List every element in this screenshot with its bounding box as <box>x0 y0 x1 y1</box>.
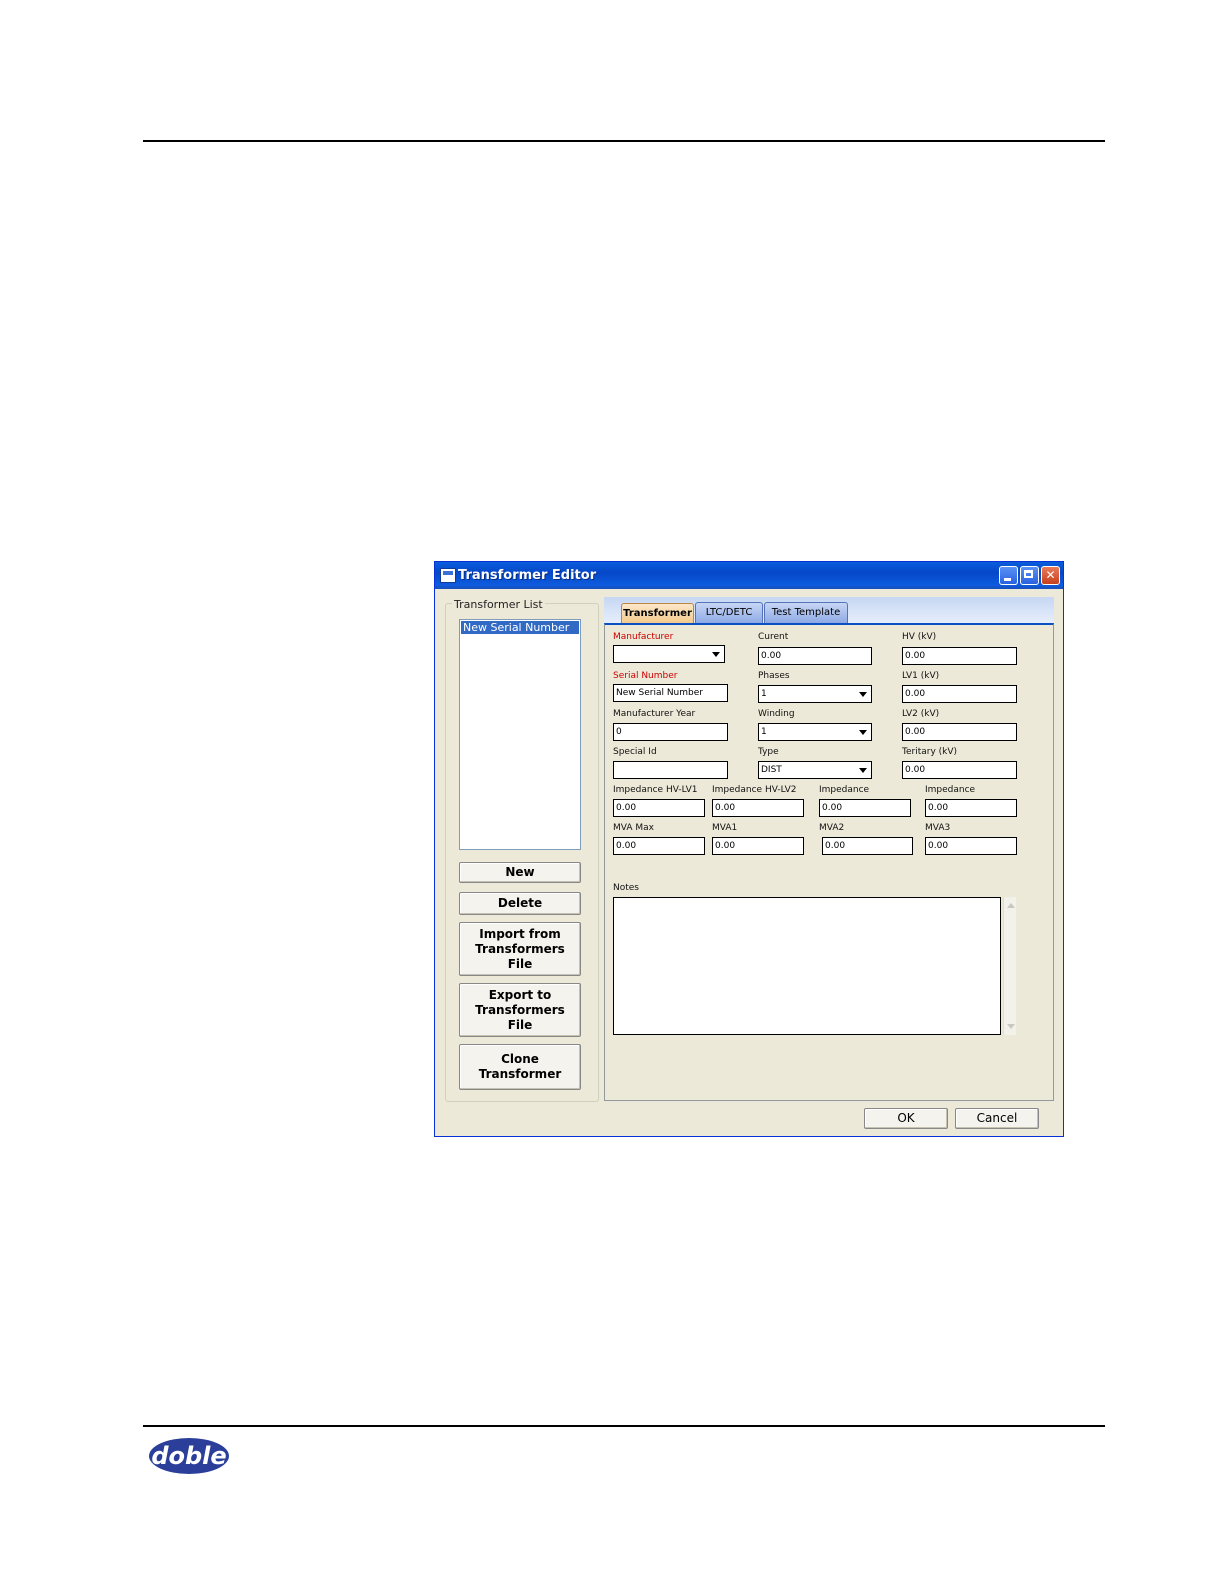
transformer-listbox[interactable]: New Serial Number <box>459 619 581 850</box>
tertiary-label: Teritary (kV) <box>902 747 958 757</box>
hv-field[interactable]: 0.00 <box>902 647 1017 665</box>
tab-ltc-detc[interactable]: LTC/DETC <box>695 602 763 623</box>
notes-textarea[interactable] <box>613 897 1001 1035</box>
winding-label: Winding <box>758 709 795 719</box>
impedance-3-label: Impedance <box>819 785 870 795</box>
mva-max-field[interactable]: 0.00 <box>613 837 705 855</box>
phases-label: Phases <box>758 671 790 681</box>
chevron-down-icon[interactable] <box>857 689 869 700</box>
doble-logo: doble <box>149 1438 229 1474</box>
footer-rule <box>143 1425 1105 1427</box>
app-icon <box>440 568 456 583</box>
transformer-editor-window: Transformer Editor ✕ Transformer List Ne… <box>434 561 1064 1137</box>
ok-button[interactable]: OK <box>864 1108 948 1129</box>
mva-max-label: MVA Max <box>613 823 654 833</box>
impedance-hv-lv2-label: Impedance HV-LV2 <box>712 785 797 795</box>
mva3-field[interactable]: 0.00 <box>925 837 1017 855</box>
scroll-up-icon[interactable] <box>1005 899 1016 912</box>
manufacturer-year-field[interactable]: 0 <box>613 723 728 741</box>
impedance-hv-lv2-field[interactable]: 0.00 <box>712 799 804 817</box>
scroll-down-icon[interactable] <box>1005 1020 1016 1033</box>
impedance-hv-lv1-label: Impedance HV-LV1 <box>613 785 698 795</box>
close-button[interactable]: ✕ <box>1041 566 1060 585</box>
svg-text:doble: doble <box>151 1442 226 1470</box>
current-label: Curent <box>758 632 789 642</box>
manufacturer-label: Manufacturer <box>613 632 674 642</box>
window-title: Transformer Editor <box>458 568 597 583</box>
impedance-hv-lv1-field[interactable]: 0.00 <box>613 799 705 817</box>
chevron-down-icon[interactable] <box>710 649 722 660</box>
lv2-field[interactable]: 0.00 <box>902 723 1017 741</box>
list-item[interactable]: New Serial Number <box>461 621 579 634</box>
new-button[interactable]: New <box>459 862 581 883</box>
hv-label: HV (kV) <box>902 632 937 642</box>
serial-number-label: Serial Number <box>613 671 678 681</box>
tab-test-template[interactable]: Test Template <box>764 602 848 623</box>
type-select[interactable]: DIST <box>758 761 872 779</box>
notes-scrollbar[interactable] <box>1003 897 1016 1035</box>
mva3-label: MVA3 <box>925 823 951 833</box>
mva2-label: MVA2 <box>819 823 845 833</box>
header-rule <box>143 140 1105 142</box>
type-label: Type <box>758 747 779 757</box>
export-button[interactable]: Export to Transformers File <box>459 983 581 1037</box>
impedance-3-field[interactable]: 0.00 <box>819 799 911 817</box>
current-field[interactable]: 0.00 <box>758 647 872 665</box>
lv1-field[interactable]: 0.00 <box>902 685 1017 703</box>
tertiary-field[interactable]: 0.00 <box>902 761 1017 779</box>
winding-select[interactable]: 1 <box>758 723 872 741</box>
chevron-down-icon[interactable] <box>857 727 869 738</box>
mva2-field[interactable]: 0.00 <box>822 837 913 855</box>
cancel-button[interactable]: Cancel <box>955 1108 1039 1129</box>
phases-select[interactable]: 1 <box>758 685 872 703</box>
transformer-list-label: Transformer List <box>452 598 545 611</box>
mva1-label: MVA1 <box>712 823 738 833</box>
manufacturer-select[interactable] <box>613 645 725 663</box>
notes-label: Notes <box>613 883 639 893</box>
title-bar[interactable]: Transformer Editor ✕ <box>435 562 1063 589</box>
lv1-label: LV1 (kV) <box>902 671 940 681</box>
delete-button[interactable]: Delete <box>459 892 581 915</box>
chevron-down-icon[interactable] <box>857 765 869 776</box>
lv2-label: LV2 (kV) <box>902 709 940 719</box>
serial-number-field[interactable]: New Serial Number <box>613 684 728 702</box>
special-id-label: Special Id <box>613 747 657 757</box>
manufacturer-year-label: Manufacturer Year <box>613 709 696 719</box>
maximize-button[interactable] <box>1020 566 1039 585</box>
clone-button[interactable]: Clone Transformer <box>459 1044 581 1090</box>
minimize-button[interactable] <box>999 566 1018 585</box>
impedance-4-field[interactable]: 0.00 <box>925 799 1017 817</box>
tab-transformer[interactable]: Transformer <box>621 603 694 624</box>
import-button[interactable]: Import from Transformers File <box>459 922 581 976</box>
impedance-4-label: Impedance <box>925 785 976 795</box>
special-id-field[interactable] <box>613 761 728 779</box>
mva1-field[interactable]: 0.00 <box>712 837 804 855</box>
